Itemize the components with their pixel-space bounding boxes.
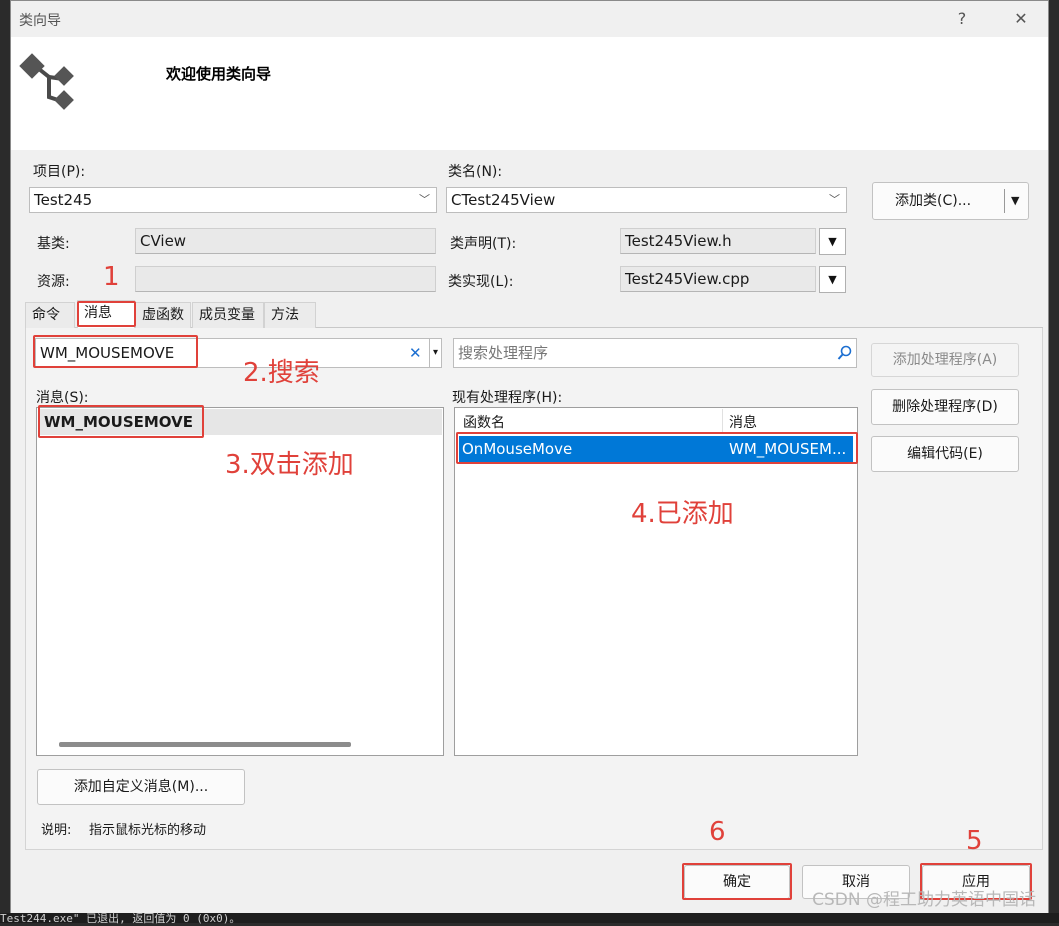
console-strip: Test244.exe" 已退出, 返回值为 0 (0x0)。 (0, 912, 1059, 925)
edit-code-button[interactable]: 编辑代码(E) (871, 436, 1019, 472)
annotation-step-1: 1 (103, 262, 120, 292)
messages-list-label: 消息(S): (36, 390, 89, 406)
console-text: Test244.exe" 已退出, 返回值为 0 (0x0)。 (0, 912, 241, 925)
title-bar: 类向导 ? ✕ (11, 1, 1048, 37)
classname-value: CTest245View (451, 191, 556, 209)
clear-search-icon[interactable]: ✕ (409, 339, 422, 367)
chevron-down-icon: ﹀ (419, 193, 430, 206)
class-wizard-dialog: 类向导 ? ✕ 欢迎使用类向导 项目(P): Test245 ﹀ 类名(N): … (10, 0, 1049, 913)
tab-member-variables[interactable]: 成员变量 (192, 302, 264, 328)
annotation-step-4: 4.已添加 (631, 499, 734, 529)
resource-field (135, 266, 436, 292)
decl-field[interactable]: Test245View.h (620, 228, 816, 254)
handler-search-placeholder: 搜索处理程序 (458, 344, 549, 362)
dropdown-arrow-icon[interactable]: ▼ (1011, 183, 1019, 219)
annotation-box-search (33, 335, 198, 368)
help-button[interactable]: ? (947, 7, 977, 31)
annotation-step-2: 2.搜索 (243, 358, 320, 388)
base-label: 基类: (37, 236, 70, 252)
resource-label: 资源: (37, 274, 70, 290)
tab-commands[interactable]: 命令 (25, 302, 75, 328)
handler-search-input[interactable]: 搜索处理程序 (453, 338, 857, 368)
horizontal-scrollbar[interactable] (59, 742, 351, 747)
project-label: 项目(P): (33, 164, 86, 180)
decl-dropdown-button[interactable]: ▼ (819, 228, 846, 255)
description-label: 说明: (41, 823, 72, 838)
column-divider (722, 409, 723, 433)
annotation-box-messages-tab (77, 301, 136, 327)
annotation-box-handler (456, 432, 858, 464)
column-header-message[interactable]: 消息 (729, 412, 757, 432)
handlers-list-label: 现有处理程序(H): (452, 390, 563, 406)
field-divider (429, 339, 430, 367)
close-button[interactable]: ✕ (1006, 7, 1036, 31)
wizard-header: 欢迎使用类向导 (11, 37, 1048, 150)
column-header-function[interactable]: 函数名 (463, 412, 505, 432)
add-class-label: 添加类(C)... (895, 193, 972, 209)
tab-virtual-functions[interactable]: 虚函数 (135, 302, 191, 328)
annotation-box-ok (682, 863, 792, 900)
decl-value: Test245View.h (625, 232, 732, 250)
classname-combo[interactable]: CTest245View ﹀ (446, 187, 847, 213)
header-title: 欢迎使用类向导 (166, 65, 272, 83)
annotation-step-3: 3.双击添加 (225, 450, 354, 480)
project-combo[interactable]: Test245 ﹀ (29, 187, 437, 213)
delete-handler-button[interactable]: 删除处理程序(D) (871, 389, 1019, 425)
impl-value: Test245View.cpp (625, 270, 750, 288)
classname-label: 类名(N): (448, 164, 503, 180)
base-value: CView (140, 232, 187, 250)
add-class-button[interactable]: 添加类(C)... ▼ (872, 182, 1029, 220)
impl-field[interactable]: Test245View.cpp (620, 266, 816, 292)
impl-label: 类实现(L): (448, 274, 514, 290)
description-value: 指示鼠标光标的移动 (89, 823, 207, 838)
dropdown-arrow-icon[interactable]: ▾ (433, 339, 438, 367)
annotation-box-message (38, 405, 204, 438)
handlers-list-header: 函数名 消息 (456, 409, 856, 433)
tab-methods[interactable]: 方法 (264, 302, 316, 328)
impl-dropdown-button[interactable]: ▼ (819, 266, 846, 293)
search-icon[interactable] (837, 345, 853, 361)
split-divider (1004, 189, 1005, 213)
base-field: CView (135, 228, 436, 254)
watermark: CSDN @程工助力英语中国话 (812, 890, 1036, 910)
annotation-step-5: 5 (966, 826, 983, 856)
annotation-step-6: 6 (709, 817, 726, 847)
decl-label: 类声明(T): (450, 236, 517, 252)
window-title: 类向导 (19, 13, 61, 29)
project-value: Test245 (34, 191, 93, 209)
add-custom-message-button[interactable]: 添加自定义消息(M)... (37, 769, 245, 805)
class-wizard-icon (19, 53, 74, 110)
chevron-down-icon: ﹀ (829, 193, 840, 206)
add-handler-button[interactable]: 添加处理程序(A) (871, 343, 1019, 377)
